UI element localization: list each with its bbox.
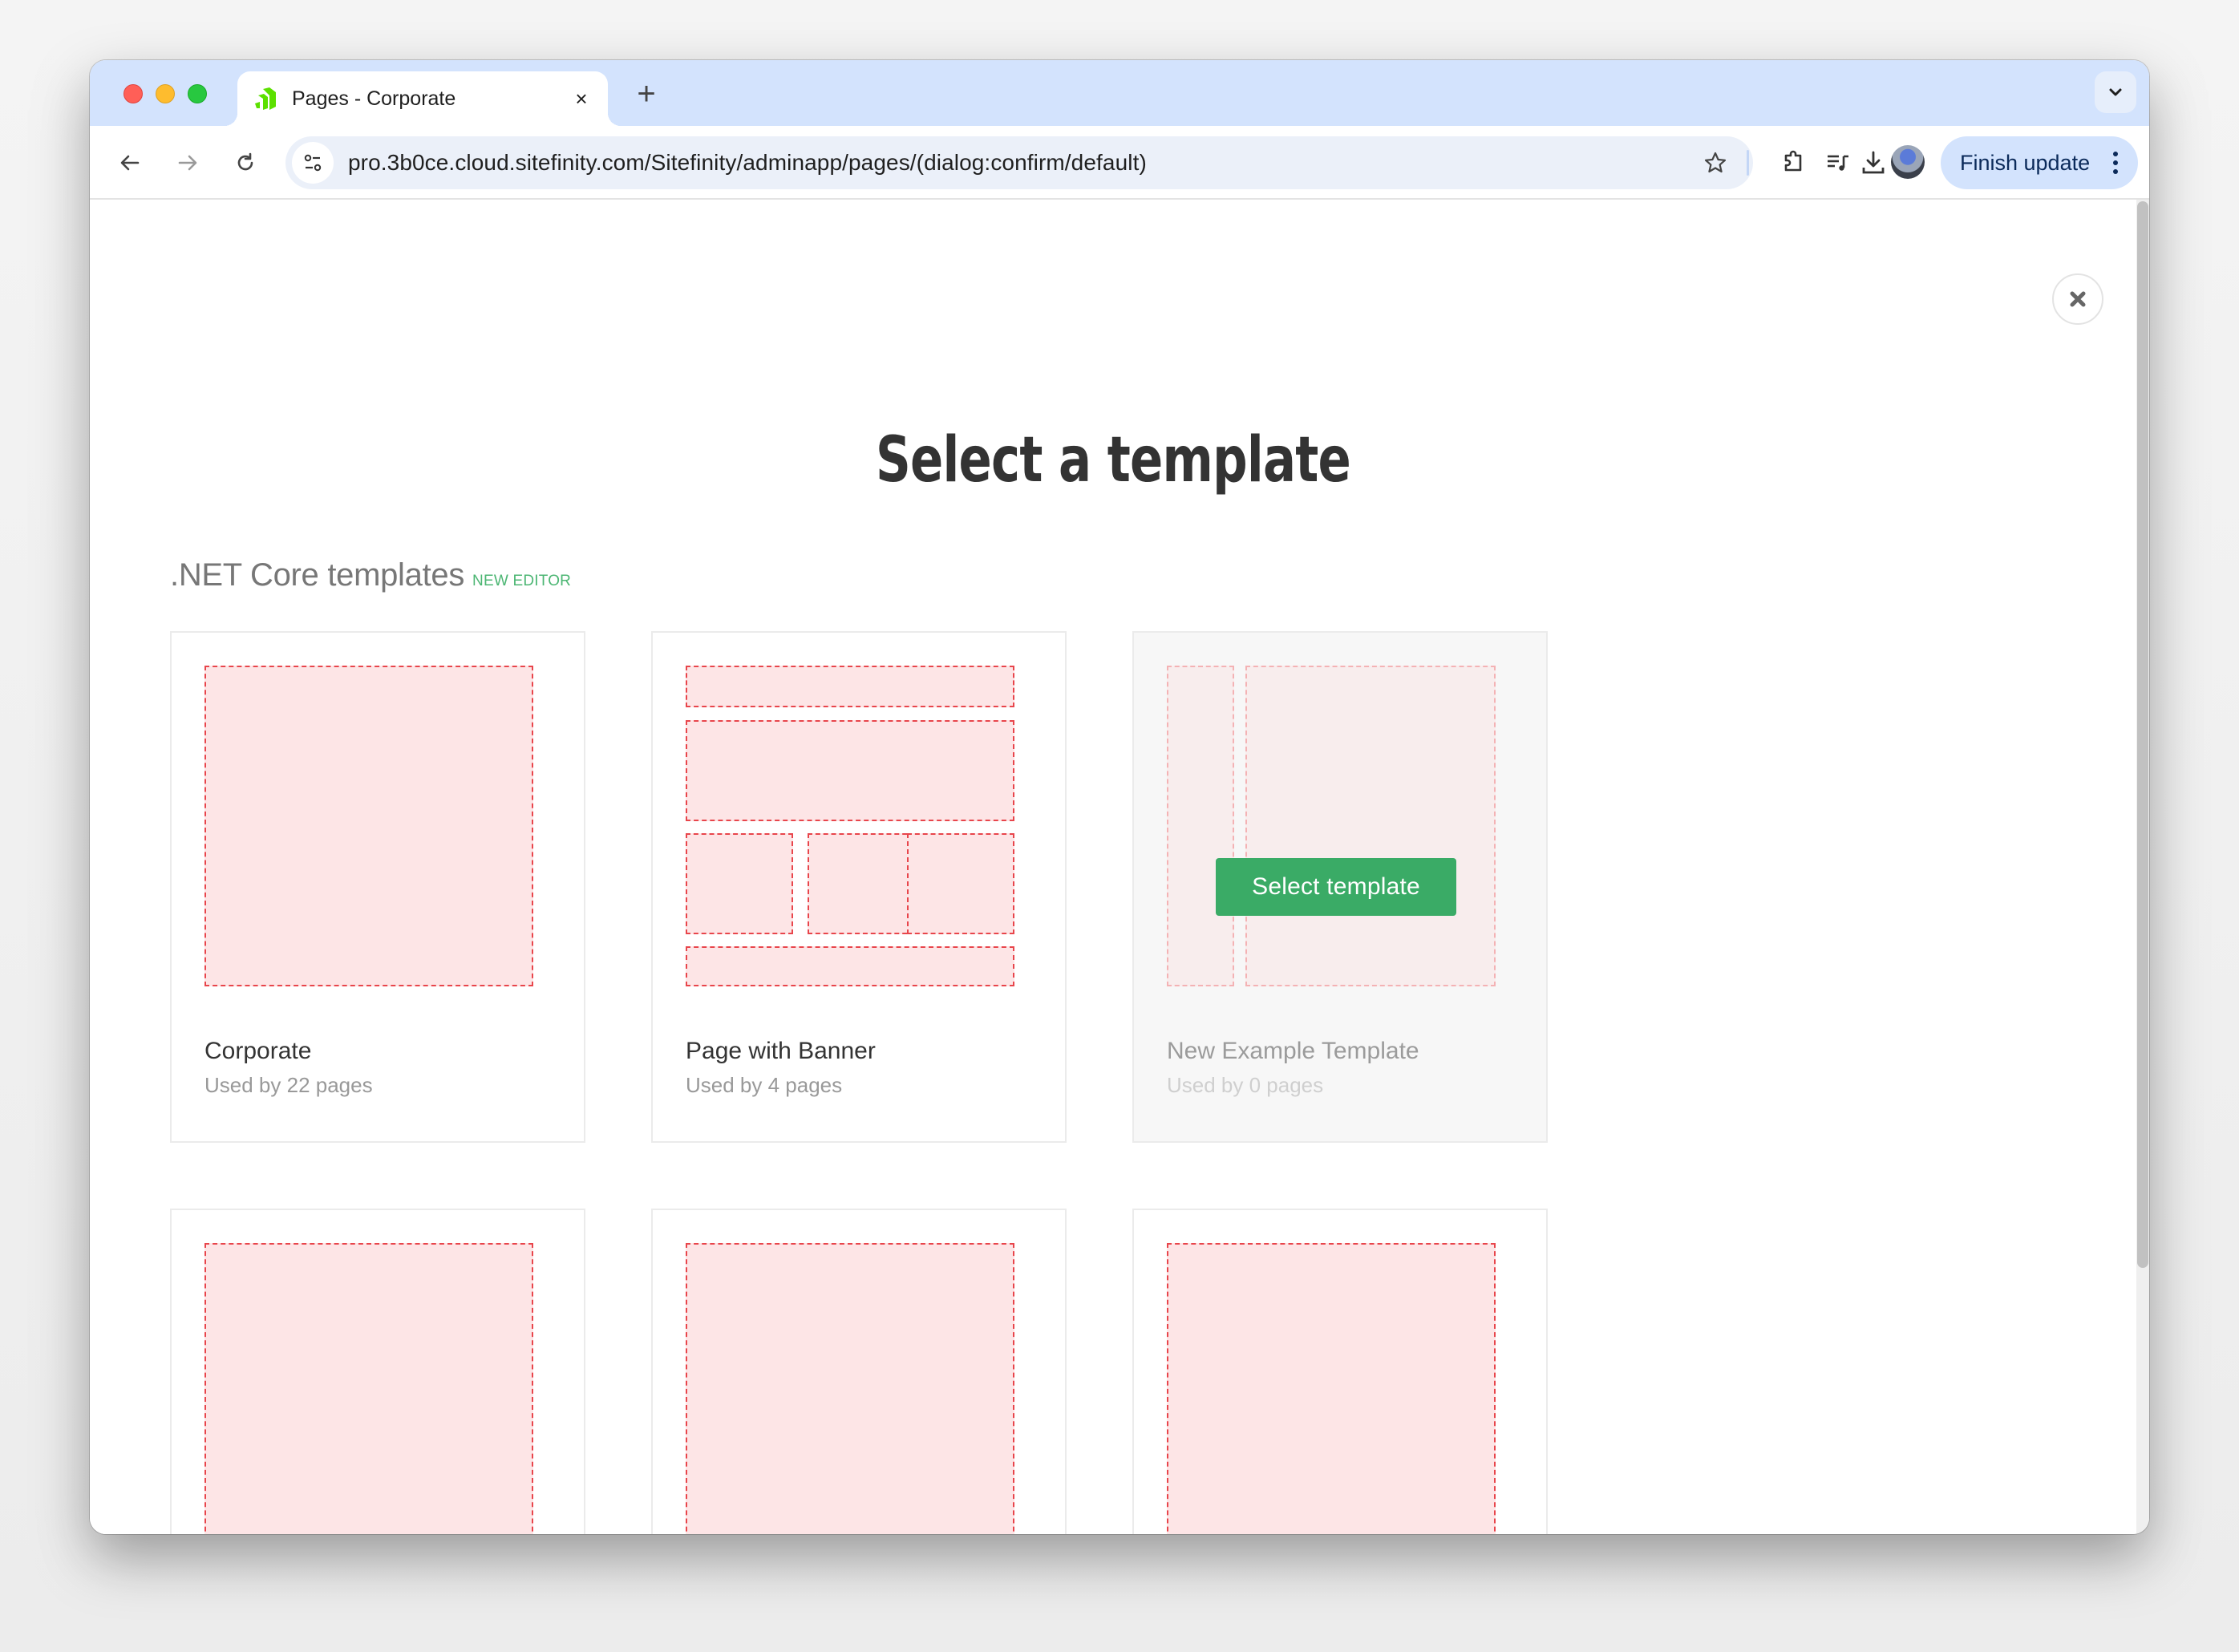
template-card-new-example-template[interactable]: Select template New Example Template Use… [1132,631,1548,1143]
browser-toolbar: pro.3b0ce.cloud.sitefinity.com/Sitefinit… [90,126,2149,200]
layout-zone-banner [686,720,1014,821]
extensions-button[interactable] [1774,144,1812,182]
layout-zone-footer [686,946,1014,986]
tab-close-icon[interactable]: × [569,87,593,111]
tab-title: Pages - Corporate [292,87,456,110]
download-icon [1862,151,1885,174]
back-button[interactable] [111,144,149,182]
url-text[interactable]: pro.3b0ce.cloud.sitefinity.com/Sitefinit… [348,150,1695,176]
layout-zone-sidebar [1167,666,1234,986]
media-controls-button[interactable] [1819,144,1857,182]
template-card[interactable] [1132,1209,1548,1534]
template-card[interactable] [170,1209,585,1534]
template-usage: Used by 4 pages [686,1073,843,1097]
template-preview [1167,666,1496,986]
section-header: .NET Core templates NEW EDITOR [170,557,571,593]
tab-search-button[interactable] [2095,71,2136,113]
layout-zone [204,666,533,986]
layout-zone-column [907,833,1014,934]
bookmark-button[interactable] [1695,143,1735,183]
template-preview [204,1243,533,1534]
scrollbar-thumb[interactable] [2137,201,2148,1268]
finish-update-label: Finish update [1960,150,2091,175]
back-icon [120,155,140,171]
browser-menu-icon[interactable] [2101,147,2130,179]
template-name: New Example Template [1167,1038,1419,1064]
close-window-button[interactable] [123,84,143,103]
template-name: Corporate [204,1038,312,1064]
maximize-window-button[interactable] [188,84,207,103]
forward-button[interactable] [168,144,207,182]
bookmark-star-icon [1704,152,1727,173]
media-controls-icon [1828,155,1848,171]
template-preview [1167,1243,1496,1534]
section-name: .NET Core templates [170,557,465,593]
profile-avatar[interactable] [1891,145,1925,179]
new-editor-badge: NEW EDITOR [472,573,572,589]
template-card-corporate[interactable]: Corporate Used by 22 pages [170,631,585,1143]
browser-tab-active[interactable]: Pages - Corporate × [225,71,621,126]
chevron-down-icon [2109,88,2122,96]
layout-zone-column [686,833,793,934]
layout-zone-column [808,833,915,934]
template-usage: Used by 22 pages [204,1073,373,1097]
close-icon [2070,291,2086,307]
layout-zone-main [1245,666,1496,986]
layout-zone [686,1243,1014,1534]
template-preview [686,1243,1014,1534]
extensions-icon [1784,150,1802,172]
layout-zone [1167,1243,1496,1534]
site-info-button[interactable] [292,142,334,184]
forward-icon [178,155,197,171]
select-template-button[interactable]: Select template [1216,858,1456,916]
vertical-scrollbar[interactable] [2136,200,2149,1534]
browser-window: Pages - Corporate × + pro.3b0ce.cloud.si… [90,60,2149,1534]
template-preview [204,666,533,986]
template-card[interactable] [651,1209,1067,1534]
dialog-title: Select a template [875,424,1351,496]
dialog-close-button[interactable] [2052,273,2103,325]
finish-update-button[interactable]: Finish update [1941,136,2138,189]
site-info-icon [304,154,322,172]
layout-zone-header [686,666,1014,707]
tab-strip: Pages - Corporate × + [90,60,2149,126]
new-tab-button[interactable]: + [629,76,664,111]
layout-zone [204,1243,533,1534]
downloads-button[interactable] [1854,144,1893,182]
minimize-window-button[interactable] [156,84,175,103]
template-name: Page with Banner [686,1038,876,1064]
template-card-page-with-banner[interactable]: Page with Banner Used by 4 pages [651,631,1067,1143]
toolbar-separator [1747,150,1749,176]
reload-button[interactable] [226,144,265,182]
reload-icon [237,152,253,171]
template-usage: Used by 0 pages [1167,1073,1324,1097]
sitefinity-logo-icon [255,87,276,110]
template-dialog: Select a template .NET Core templates NE… [90,200,2136,1534]
address-bar[interactable]: pro.3b0ce.cloud.sitefinity.com/Sitefinit… [285,136,1753,189]
template-preview [686,666,1014,986]
